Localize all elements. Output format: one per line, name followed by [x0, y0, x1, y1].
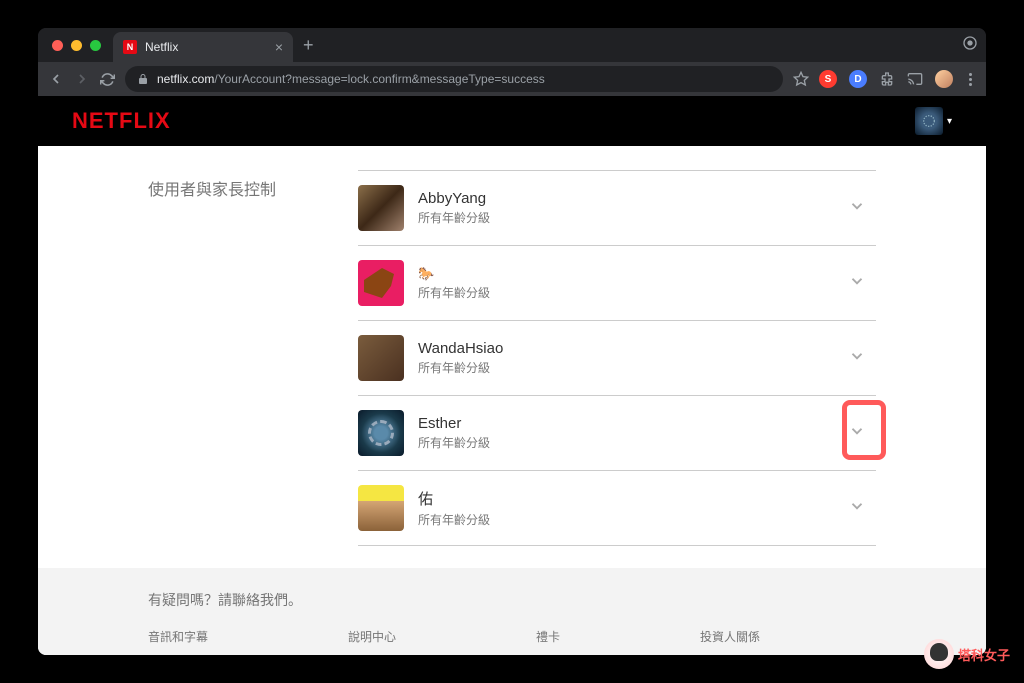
profile-info: Esther 所有年齡分級	[418, 415, 842, 451]
minimize-window-button[interactable]	[71, 40, 82, 51]
profile-info: AbbyYang 所有年齡分級	[418, 190, 842, 226]
profile-name: 🐎	[418, 265, 842, 282]
bookmark-star-icon[interactable]	[793, 71, 809, 87]
footer-link[interactable]: 投資人關係	[700, 628, 760, 645]
footer-link[interactable]: 說明中心	[348, 628, 396, 645]
profile-row[interactable]: 🐎 所有年齡分級	[358, 246, 876, 321]
browser-tab[interactable]: N Netflix ×	[113, 32, 293, 62]
media-control-icon[interactable]	[962, 35, 978, 56]
caret-down-icon: ▾	[947, 116, 952, 127]
url-text: netflix.com/YourAccount?message=lock.con…	[157, 72, 545, 86]
profile-avatar	[358, 185, 404, 231]
profile-row[interactable]: AbbyYang 所有年齡分級	[358, 171, 876, 246]
footer-link[interactable]: 禮卡	[536, 628, 560, 645]
profile-name: AbbyYang	[418, 190, 842, 207]
profile-rating: 所有年齡分級	[418, 209, 842, 226]
section-label: 使用者與家長控制	[148, 170, 318, 546]
expand-chevron-icon[interactable]	[842, 266, 872, 301]
close-window-button[interactable]	[52, 40, 63, 51]
url-input[interactable]: netflix.com/YourAccount?message=lock.con…	[125, 66, 783, 92]
footer: 有疑問嗎？請聯絡我們。 音訊和字幕 說明中心 禮卡 投資人關係	[38, 568, 986, 655]
browser-menu-icon[interactable]	[965, 73, 976, 86]
profile-row[interactable]: WandaHsiao 所有年齡分級	[358, 321, 876, 396]
profile-row[interactable]: 佑所有年齡分級	[358, 471, 876, 546]
profile-rating: 所有年齡分級	[418, 434, 842, 451]
extension-d-icon[interactable]: D	[849, 70, 867, 88]
netflix-favicon: N	[123, 40, 137, 54]
tab-bar: N Netflix × +	[38, 28, 986, 62]
profile-rating: 所有年齡分級	[418, 284, 842, 301]
profile-avatar	[358, 410, 404, 456]
profile-avatar	[358, 485, 404, 531]
extensions-menu-icon[interactable]	[879, 71, 895, 87]
browser-window: N Netflix × + netflix.com/YourAccount?me…	[38, 28, 986, 655]
profile-info: WandaHsiao 所有年齡分級	[418, 340, 842, 376]
back-button[interactable]	[48, 71, 64, 87]
extension-s-icon[interactable]: S	[819, 70, 837, 88]
window-controls	[46, 40, 113, 51]
profile-avatar	[358, 260, 404, 306]
header-profile-menu[interactable]: ▾	[915, 107, 952, 135]
profile-name: WandaHsiao	[418, 340, 842, 357]
cast-icon[interactable]	[907, 71, 923, 87]
lock-icon	[137, 73, 149, 85]
watermark-icon	[924, 639, 954, 669]
profile-name: 佑	[418, 488, 842, 509]
expand-chevron-icon[interactable]	[842, 416, 872, 451]
netflix-header: NETFLIX ▾	[38, 96, 986, 146]
account-body: 使用者與家長控制 AbbyYang所有年齡分級🐎所有年齡分級WandaHsiao…	[38, 146, 986, 568]
new-tab-button[interactable]: +	[293, 35, 324, 56]
close-tab-icon[interactable]: ×	[275, 39, 283, 55]
forward-button[interactable]	[74, 71, 90, 87]
profile-list: AbbyYang所有年齡分級🐎所有年齡分級WandaHsiao所有年齡分級Est…	[358, 170, 876, 546]
profile-row[interactable]: Esther 所有年齡分級	[358, 396, 876, 471]
profile-avatar	[358, 335, 404, 381]
profile-rating: 所有年齡分級	[418, 511, 842, 528]
tab-title: Netflix	[145, 40, 267, 54]
profile-rating: 所有年齡分級	[418, 359, 842, 376]
address-bar: netflix.com/YourAccount?message=lock.con…	[38, 62, 986, 96]
footer-link[interactable]: 音訊和字幕	[148, 628, 208, 645]
footer-links: 音訊和字幕 說明中心 禮卡 投資人關係	[148, 628, 876, 645]
header-avatar-icon	[915, 107, 943, 135]
netflix-logo[interactable]: NETFLIX	[72, 108, 171, 134]
expand-chevron-icon[interactable]	[842, 191, 872, 226]
profile-info: 佑所有年齡分級	[418, 488, 842, 528]
profile-info: 🐎 所有年齡分級	[418, 265, 842, 301]
expand-chevron-icon[interactable]	[842, 491, 872, 526]
extension-icons: S D	[819, 70, 976, 88]
reload-button[interactable]	[100, 72, 115, 87]
profile-name: Esther	[418, 415, 842, 432]
expand-chevron-icon[interactable]	[842, 341, 872, 376]
page-viewport: NETFLIX ▾ 使用者與家長控制 AbbyYang 所有年齡分級 🐎 所有年齡分級…	[38, 96, 986, 655]
maximize-window-button[interactable]	[90, 40, 101, 51]
watermark: 塔科女子	[924, 639, 1010, 669]
profile-avatar-icon[interactable]	[935, 70, 953, 88]
watermark-text: 塔科女子	[958, 645, 1010, 664]
footer-contact-link[interactable]: 有疑問嗎？請聯絡我們。	[148, 590, 876, 610]
